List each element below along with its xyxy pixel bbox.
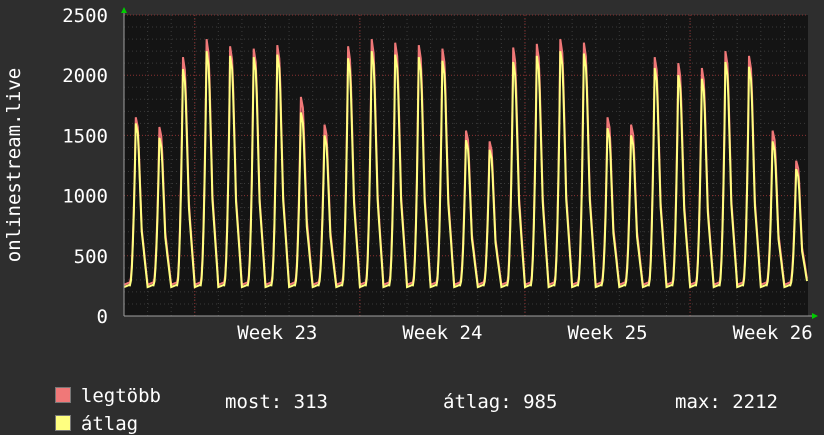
y-axis-arrow-icon [121, 7, 127, 13]
x-axis-arrow-icon [812, 313, 818, 319]
legend-swatch-avg [54, 415, 71, 431]
y-tick-label: 2000 [62, 65, 108, 87]
y-tick-label: 2500 [62, 5, 108, 27]
stat-current: most: 313 [225, 391, 328, 413]
x-tick-label: Week 23 [237, 322, 317, 344]
legend-label-avg: átlag [80, 413, 139, 435]
legend-item-avg: átlag [32, 391, 138, 435]
y-tick-label: 0 [97, 306, 108, 328]
y-axis-label: onlinestream.live [3, 68, 25, 262]
y-tick-label: 500 [74, 246, 108, 268]
stat-average: átlag: 985 [443, 391, 558, 413]
chart-canvas: 05001000150020002500 Week 23 Week 24 Week … [3, 5, 818, 344]
stat-max: max: 2212 [675, 391, 778, 413]
y-tick-labels: 0 500 1000 1500 2000 2500 [62, 5, 108, 328]
x-tick-label: Week 25 [567, 322, 647, 344]
x-tick-labels: Week 23 Week 24 Week 25 Week 26 [237, 322, 812, 344]
x-tick-label: Week 26 [733, 322, 813, 344]
x-tick-label: Week 24 [402, 322, 482, 344]
y-tick-label: 1000 [62, 186, 108, 208]
y-tick-label: 1500 [62, 125, 108, 147]
